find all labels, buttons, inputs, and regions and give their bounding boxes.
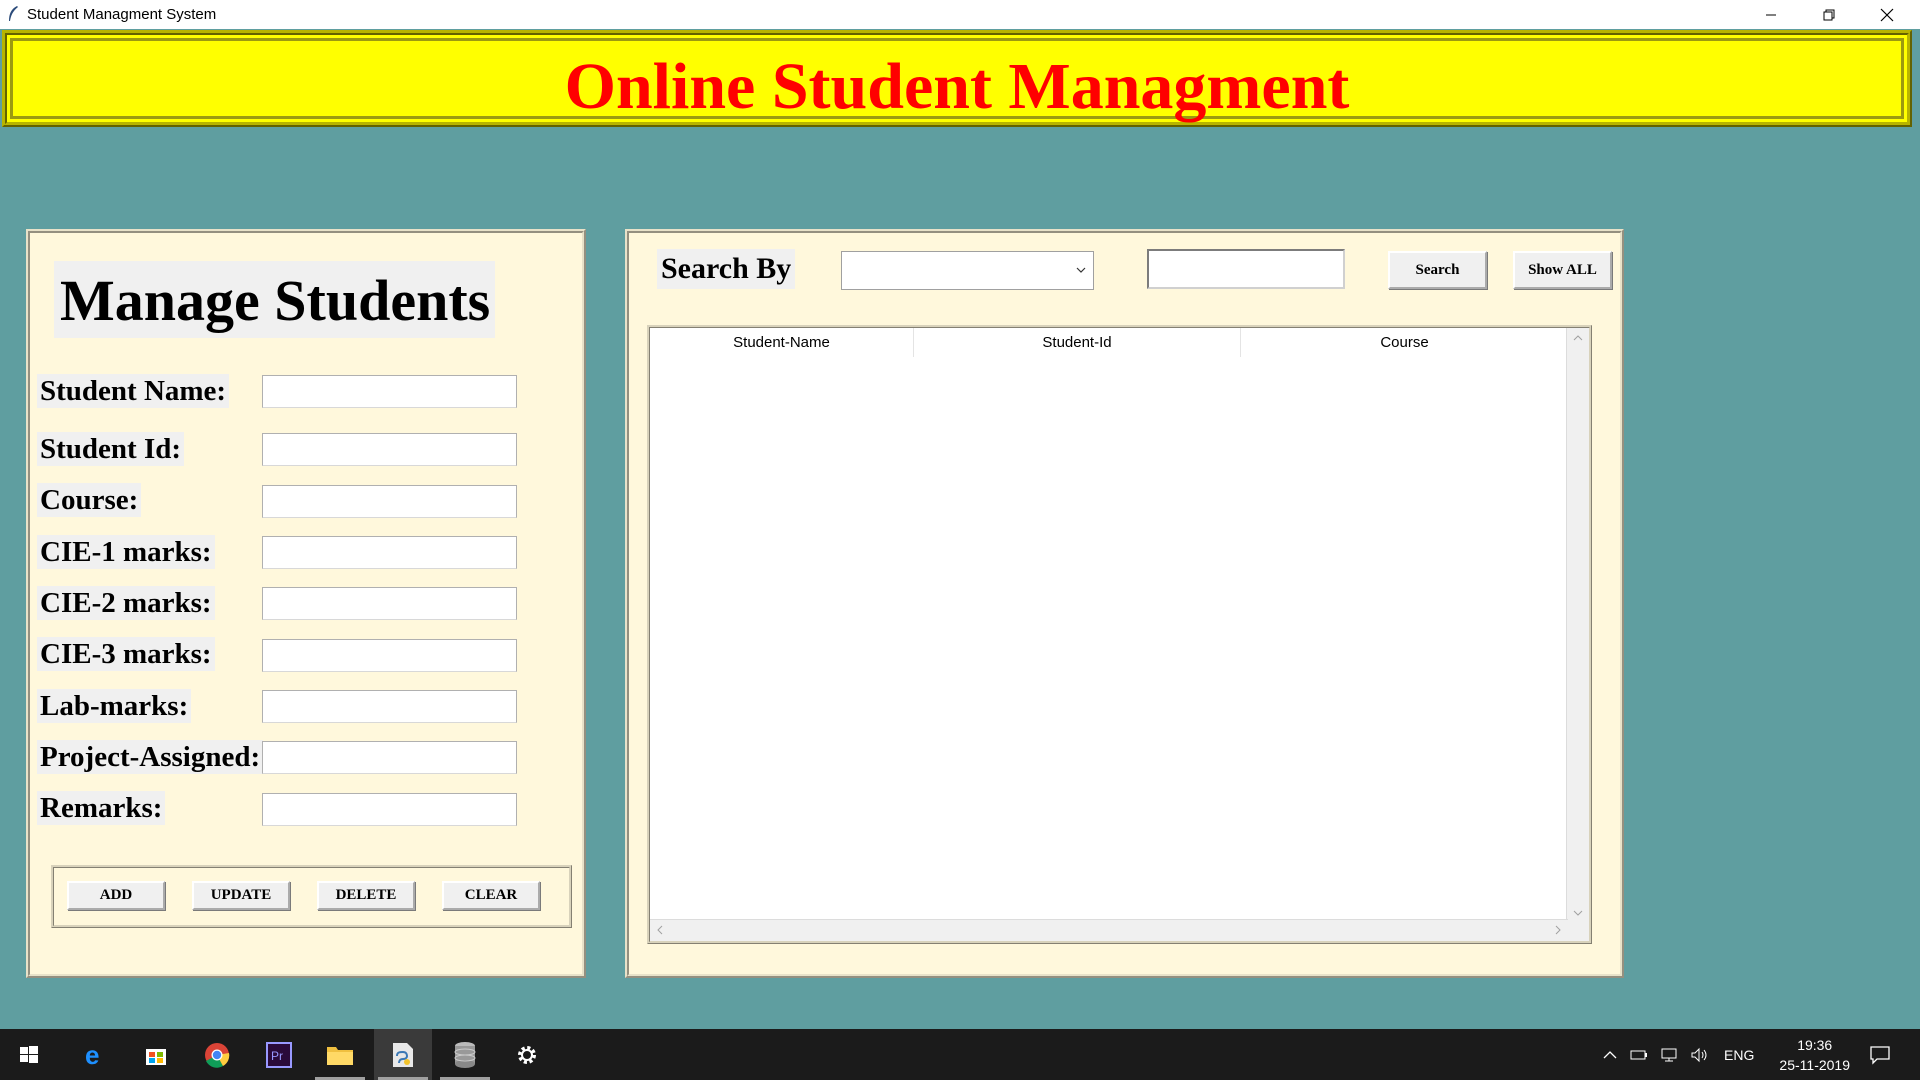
language-indicator[interactable]: ENG <box>1724 1029 1754 1080</box>
battery-icon[interactable] <box>1630 1029 1648 1080</box>
close-icon <box>1880 8 1894 21</box>
horizontal-scrollbar[interactable] <box>650 919 1568 941</box>
notifications-icon[interactable] <box>1869 1029 1891 1080</box>
volume-icon[interactable] <box>1690 1029 1710 1080</box>
database-icon[interactable] <box>436 1029 494 1080</box>
chevron-down-icon <box>1076 267 1086 273</box>
restore-button[interactable] <box>1800 0 1858 29</box>
premiere-icon[interactable]: Pr <box>250 1029 308 1080</box>
search-input[interactable] <box>1147 249 1345 289</box>
column-student-id[interactable]: Student-Id <box>914 328 1241 357</box>
cie1-marks-label: CIE-1 marks: <box>37 535 215 569</box>
column-course[interactable]: Course <box>1241 328 1568 357</box>
clock-time: 19:36 <box>1797 1037 1833 1053</box>
close-button[interactable] <box>1858 0 1916 29</box>
cie3-marks-label: CIE-3 marks: <box>37 637 215 671</box>
windows-start-icon[interactable] <box>0 1029 58 1080</box>
manage-students-panel: Manage Students Student Name: Student Id… <box>26 229 586 978</box>
remarks-label: Remarks: <box>37 791 166 825</box>
python-idle-icon[interactable] <box>374 1029 432 1080</box>
network-icon[interactable] <box>1660 1029 1678 1080</box>
scroll-down-icon[interactable] <box>1573 909 1583 917</box>
cie2-marks-field[interactable] <box>262 587 517 620</box>
app-heading: Online Student Managment <box>564 50 1350 123</box>
search-by-dropdown[interactable] <box>841 251 1094 290</box>
clock-date: 25-11-2019 <box>1779 1057 1850 1073</box>
window-titlebar: Student Managment System <box>0 0 1920 29</box>
cie1-marks-field[interactable] <box>262 536 517 569</box>
delete-button[interactable]: DELETE <box>317 881 415 910</box>
window-title: Student Managment System <box>27 6 217 23</box>
scroll-left-icon[interactable] <box>656 925 664 935</box>
scroll-right-icon[interactable] <box>1554 925 1562 935</box>
action-button-frame: ADD UPDATE DELETE CLEAR <box>51 865 572 928</box>
settings-icon[interactable] <box>498 1029 556 1080</box>
add-button[interactable]: ADD <box>67 881 165 910</box>
svg-text:Pr: Pr <box>271 1049 283 1063</box>
vertical-scrollbar[interactable] <box>1566 328 1589 923</box>
taskbar: e Pr ENG 19:36 25-11-2019 <box>0 1029 1920 1080</box>
lab-marks-field[interactable] <box>262 690 517 723</box>
minimize-button[interactable] <box>1742 0 1800 29</box>
chrome-icon[interactable] <box>188 1029 246 1080</box>
student-name-field[interactable] <box>262 375 517 408</box>
column-student-name[interactable]: Student-Name <box>650 328 914 357</box>
show-all-button[interactable]: Show ALL <box>1513 251 1612 289</box>
course-label: Course: <box>37 483 142 517</box>
lab-marks-label: Lab-marks: <box>37 689 192 723</box>
cie3-marks-field[interactable] <box>262 639 517 672</box>
course-field[interactable] <box>262 485 517 518</box>
show-hidden-icons-icon[interactable] <box>1602 1029 1618 1080</box>
clear-button[interactable]: CLEAR <box>442 881 540 910</box>
manage-students-title: Manage Students <box>54 261 496 338</box>
restore-icon <box>1823 9 1835 20</box>
scroll-up-icon[interactable] <box>1573 334 1583 342</box>
header-banner: Online Student Managment <box>2 30 1912 127</box>
store-icon[interactable] <box>127 1029 185 1080</box>
feather-app-icon <box>9 6 18 21</box>
student-id-label: Student Id: <box>37 432 185 466</box>
student-id-field[interactable] <box>262 433 517 466</box>
cie2-marks-label: CIE-2 marks: <box>37 586 215 620</box>
student-table[interactable]: Student-Name Student-Id Course <box>647 325 1592 944</box>
edge-icon[interactable]: e <box>66 1029 124 1080</box>
clock[interactable]: 19:36 25-11-2019 <box>1779 1035 1850 1075</box>
file-explorer-icon[interactable] <box>311 1029 369 1080</box>
student-name-label: Student Name: <box>37 374 230 408</box>
svg-text:e: e <box>85 1042 99 1068</box>
search-by-label: Search By <box>657 249 796 289</box>
update-button[interactable]: UPDATE <box>192 881 290 910</box>
project-assigned-field[interactable] <box>262 741 517 774</box>
remarks-field[interactable] <box>262 793 517 826</box>
detail-panel: Search By Search Show ALL Student-Name S… <box>625 229 1624 978</box>
project-assigned-label: Project-Assigned: <box>37 740 264 774</box>
minimize-icon <box>1766 14 1776 15</box>
search-button[interactable]: Search <box>1388 251 1487 289</box>
